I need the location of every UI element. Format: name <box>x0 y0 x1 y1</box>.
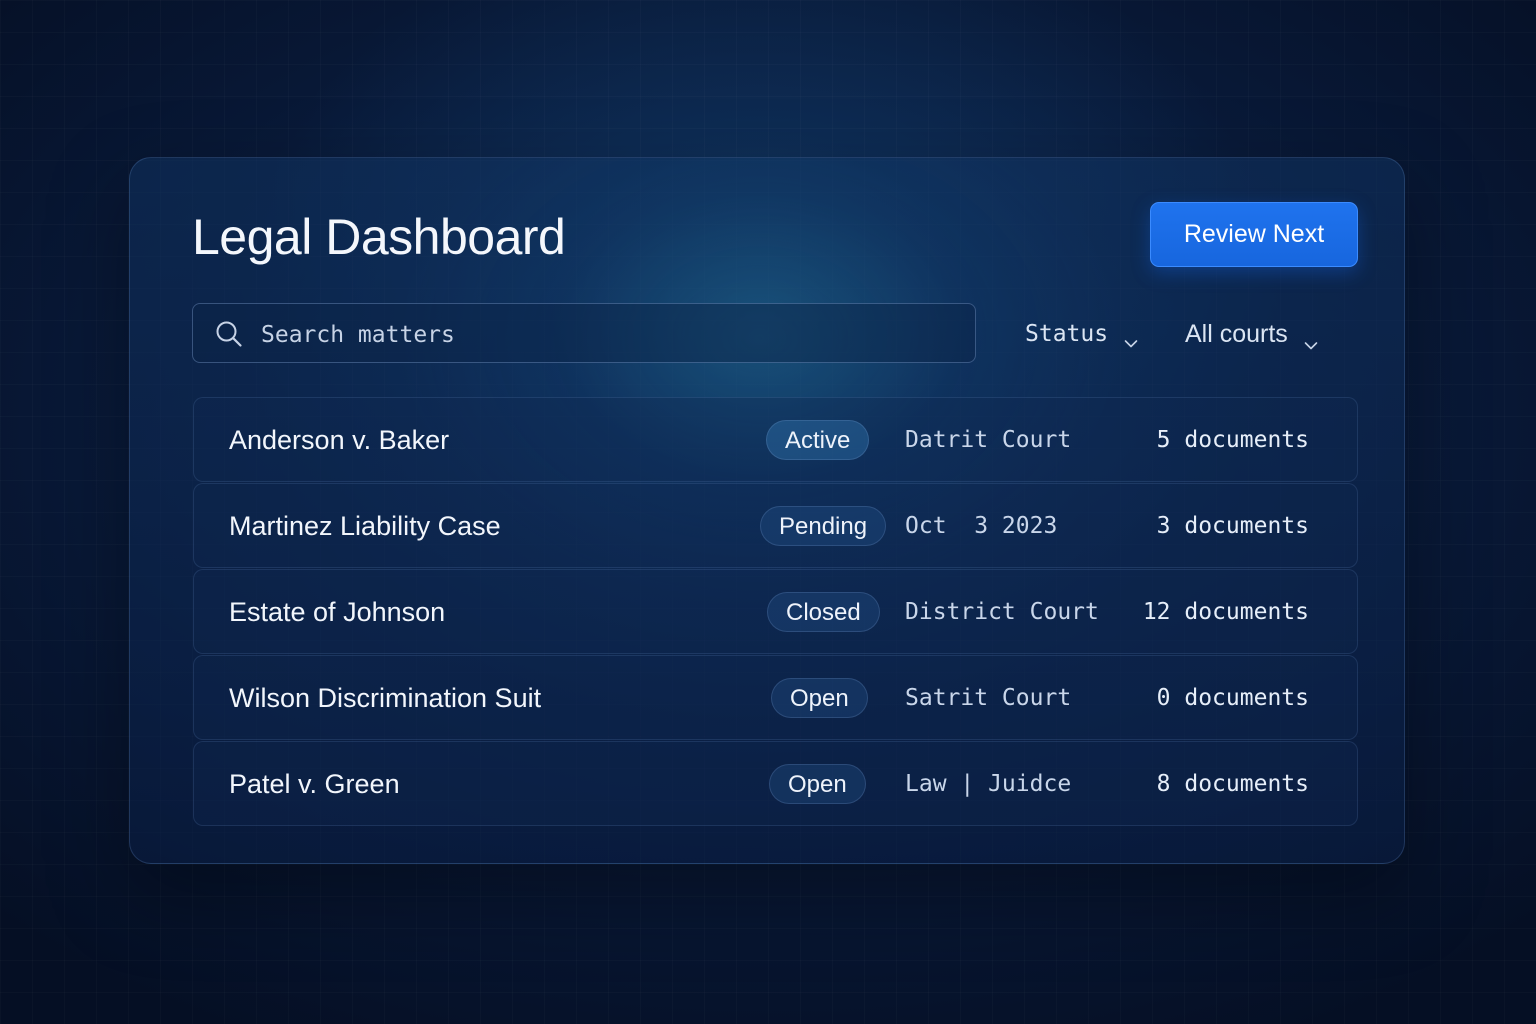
chevron-down-icon <box>1124 329 1138 348</box>
search-icon <box>215 320 243 348</box>
table-row[interactable]: Anderson v. Baker Active Datrit Court 5 … <box>193 397 1358 482</box>
status-badge: Active <box>766 420 870 460</box>
page-title: Legal Dashboard <box>192 209 566 265</box>
status-badge: Pending <box>760 506 887 546</box>
matter-name: Estate of Johnson <box>229 597 446 627</box>
document-count: 5 documents <box>1156 427 1309 453</box>
table-row[interactable]: Estate of Johnson Closed District Court … <box>193 569 1358 654</box>
document-count: 12 documents <box>1142 599 1309 625</box>
court-text: Datrit Court <box>905 427 1072 453</box>
status-filter-dropdown[interactable]: Status <box>1025 314 1138 354</box>
matter-name: Wilson Discrimination Suit <box>229 683 542 713</box>
document-count: 8 documents <box>1156 771 1309 797</box>
table-row[interactable]: Martinez Liability Case Pending Oct 3 20… <box>193 483 1358 568</box>
chevron-down-icon <box>1304 329 1318 350</box>
status-filter-label: Status <box>1025 321 1109 347</box>
courts-filter-label: All courts <box>1185 319 1288 348</box>
matter-name: Patel v. Green <box>229 769 400 799</box>
matter-name: Anderson v. Baker <box>229 425 450 455</box>
court-text: Law | Juidce <box>905 771 1072 797</box>
table-row[interactable]: Patel v. Green Open Law | Juidce 8 docum… <box>193 741 1358 826</box>
review-next-button[interactable]: Review Next <box>1150 202 1358 267</box>
search-input[interactable] <box>259 314 953 356</box>
court-text: Satrit Court <box>905 685 1072 711</box>
matters-list: Anderson v. Baker Active Datrit Court 5 … <box>193 397 1358 827</box>
status-badge: Closed <box>767 592 880 632</box>
matter-name: Martinez Liability Case <box>229 511 501 541</box>
status-badge: Open <box>771 678 868 718</box>
document-count: 0 documents <box>1156 685 1309 711</box>
table-row[interactable]: Wilson Discrimination Suit Open Satrit C… <box>193 655 1358 740</box>
document-count: 3 documents <box>1156 513 1309 539</box>
court-text: District Court <box>905 599 1099 625</box>
search-box[interactable] <box>192 303 976 363</box>
status-badge: Open <box>769 764 866 804</box>
courts-filter-dropdown[interactable]: All courts <box>1185 314 1318 354</box>
court-text: Oct 3 2023 <box>905 513 1058 539</box>
dashboard-card: Legal Dashboard Review Next Status All c… <box>129 157 1405 864</box>
